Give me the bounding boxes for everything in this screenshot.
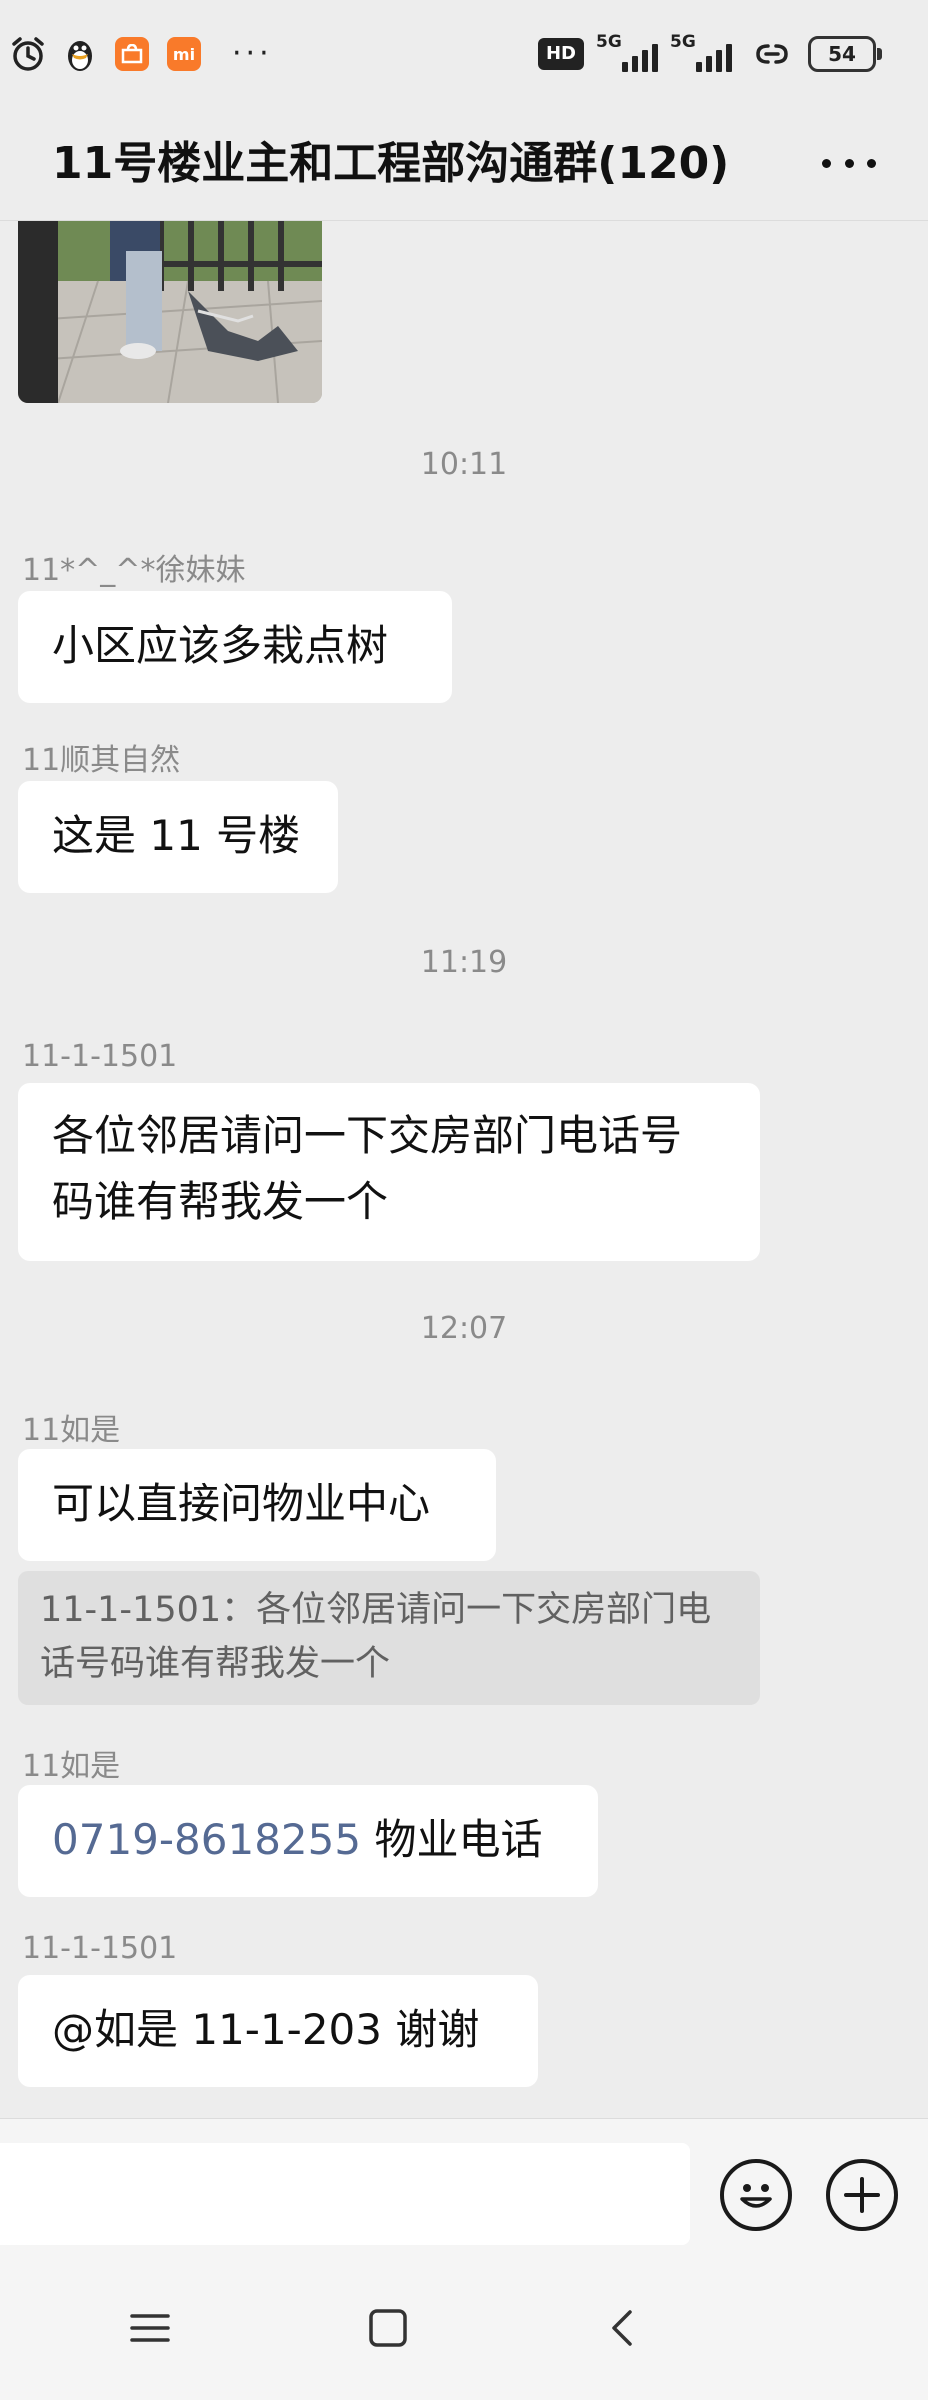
home-icon[interactable]: [360, 2300, 416, 2356]
sender-name: 11*^_^*徐妹妹: [22, 553, 246, 588]
message-bubble[interactable]: 这是 11 号楼: [18, 781, 338, 893]
message-text: 这是 11 号楼: [52, 811, 301, 860]
alarm-icon: [8, 34, 48, 74]
signal-5g-2: 5G: [670, 32, 732, 74]
message-timestamp: 11:19: [420, 945, 508, 980]
quoted-text-line: 话号码谁有帮我发一个: [40, 1644, 391, 1684]
sender-name: 11-1-1501: [22, 1039, 178, 1074]
sender-name: 11顺其自然: [22, 743, 181, 778]
message-bubble[interactable]: 0719-8618255 物业电话: [18, 1785, 598, 1897]
battery-indicator: 54: [808, 36, 882, 72]
input-bar: [0, 2118, 928, 2255]
status-bar-left: mi ···: [0, 26, 273, 82]
message-text: @如是 11-1-203 谢谢: [52, 2005, 480, 2054]
signal-label: 5G: [596, 32, 622, 52]
hotspot-link-icon: [752, 34, 792, 74]
message-bubble[interactable]: 小区应该多栽点树: [18, 591, 452, 703]
taobao-app-icon: [112, 34, 152, 74]
hd-badge: HD: [537, 38, 584, 70]
message-text-line: 码谁有帮我发一个: [52, 1177, 389, 1226]
message-bubble[interactable]: 各位邻居请问一下交房部门电话号 码谁有帮我发一个: [18, 1083, 760, 1261]
message-timestamp: 10:11: [420, 447, 508, 482]
message-timestamp: 12:07: [420, 1311, 508, 1346]
more-icon[interactable]: [822, 148, 876, 178]
sender-name: 11-1-1501: [22, 1931, 178, 1966]
message-list[interactable]: 10:11 11*^_^*徐妹妹 小区应该多栽点树 11顺其自然 这是 11 号…: [0, 221, 928, 2118]
plus-icon[interactable]: [826, 2159, 898, 2231]
balcony-photo-image: [18, 221, 322, 403]
signal-5g-1: 5G: [596, 32, 658, 74]
message-text-line: 各位邻居请问一下交房部门电话号: [52, 1111, 683, 1160]
qq-penguin-icon: [60, 34, 100, 74]
status-more-dots: ···: [232, 36, 273, 71]
quoted-message[interactable]: 11-1-1501：各位邻居请问一下交房部门电 话号码谁有帮我发一个: [18, 1571, 760, 1705]
message-text: 小区应该多栽点树: [52, 621, 389, 670]
chat-header: 11号楼业主和工程部沟通群(120): [0, 108, 928, 221]
chat-title: 11号楼业主和工程部沟通群(120): [52, 138, 730, 189]
menu-icon[interactable]: [122, 2300, 178, 2356]
system-nav-bar: [0, 2254, 928, 2400]
sender-name: 11如是: [22, 1413, 121, 1448]
image-message[interactable]: [18, 221, 322, 403]
status-bar-right: HD 5G 5G 54: [537, 28, 882, 80]
message-bubble[interactable]: 可以直接问物业中心: [18, 1449, 496, 1561]
status-bar: mi ··· HD 5G 5G 54: [0, 0, 928, 108]
back-icon[interactable]: [594, 2300, 650, 2356]
quoted-text-line: 11-1-1501：各位邻居请问一下交房部门电: [40, 1590, 712, 1630]
signal-bars-icon: [622, 44, 658, 72]
signal-label: 5G: [670, 32, 696, 52]
sender-name: 11如是: [22, 1749, 121, 1784]
emoji-icon[interactable]: [720, 2159, 792, 2231]
message-text: 可以直接问物业中心: [52, 1479, 431, 1528]
phone-number-link[interactable]: 0719-8618255: [52, 1815, 361, 1864]
signal-bars-icon: [696, 44, 732, 72]
message-input[interactable]: [0, 2143, 690, 2245]
message-bubble[interactable]: @如是 11-1-203 谢谢: [18, 1975, 538, 2087]
mi-app-icon: mi: [164, 34, 204, 74]
message-text: 物业电话: [361, 1815, 543, 1864]
